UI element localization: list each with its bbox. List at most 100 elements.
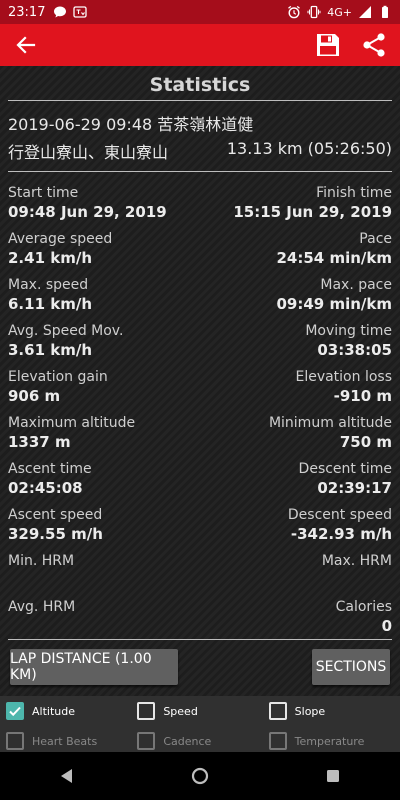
filter-cadence[interactable]: Cadence: [137, 732, 268, 750]
nav-home-circle-icon: [191, 767, 209, 785]
stat-row: Maximum altitude 1337 m Minimum altitude 7…: [8, 414, 392, 460]
track-name-continued: 行登山寮山、東山寮山: [8, 143, 169, 162]
track-distance-duration: 13.13 km (05:26:50): [226, 139, 392, 158]
track-summary: 2019-06-29 09:48 苦茶嶺林道健 行登山寮山、東山寮山 13.13…: [0, 101, 400, 171]
stat-value: 02:39:17: [317, 479, 392, 497]
stat-label: Moving time: [305, 323, 392, 339]
filter-label: Cadence: [163, 734, 212, 748]
divider: [8, 639, 392, 640]
alarm-icon: [288, 5, 301, 19]
filter-label: Slope: [294, 704, 326, 718]
filter-altitude[interactable]: Altitude: [6, 702, 137, 720]
stat-value: 15:15 Jun 29, 2019: [233, 203, 392, 221]
stat-label: Descent speed: [287, 507, 392, 523]
stat-label: Max. pace: [320, 277, 392, 293]
checkbox[interactable]: [268, 702, 287, 720]
stat-label: Descent time: [298, 461, 392, 477]
checkbox[interactable]: [268, 732, 287, 750]
stat-label: Avg. HRM: [8, 599, 76, 615]
stat-label: Ascent time: [8, 461, 92, 477]
floppy-save-icon: [317, 34, 339, 56]
stat-value: 3.61 km/h: [8, 341, 92, 359]
nav-back-triangle-icon: [60, 769, 72, 783]
stat-row: Min. HRM Max. HRM: [8, 552, 392, 598]
filter-heart-beats[interactable]: Heart Beats: [6, 732, 137, 750]
stat-value: 750 m: [339, 433, 392, 451]
battery-icon: [382, 5, 388, 18]
filter-label: Altitude: [32, 704, 75, 718]
stat-value: 09:49 min/km: [276, 295, 392, 313]
network-type: 4G+: [327, 5, 352, 19]
stat-row: Max. speed 6.11 km/h Max. pace 09:49 min/k…: [8, 276, 392, 322]
stat-row: Average speed 2.41 km/h Pace 24:54 min/km: [8, 230, 392, 276]
stat-label: Maximum altitude: [8, 415, 136, 431]
track-datetime-name: 2019-06-29 09:48 苦茶嶺林道健: [8, 115, 254, 134]
nav-recents-square-icon: [327, 770, 340, 782]
button-row: LAP DISTANCE (1.00 KM) SECTIONS: [0, 649, 400, 685]
save-button[interactable]: [314, 31, 342, 59]
stat-value: -342.93 m/h: [290, 525, 392, 543]
stat-label: Start time: [8, 185, 79, 201]
filter-speed[interactable]: Speed: [137, 702, 268, 720]
stat-value: 329.55 m/h: [8, 525, 103, 543]
nav-recents-button[interactable]: [313, 756, 353, 796]
checkbox[interactable]: [137, 732, 156, 750]
stat-value: 0: [381, 617, 392, 635]
nav-back-button[interactable]: [47, 756, 87, 796]
check-icon: [9, 706, 21, 717]
stat-row: Avg. Speed Mov. 3.61 km/h Moving time 03:3…: [8, 322, 392, 368]
stat-row: Ascent speed 329.55 m/h Descent speed -342…: [8, 506, 392, 552]
stat-label: Min. HRM: [8, 553, 75, 569]
stat-label: Pace: [359, 231, 392, 247]
checkbox[interactable]: [137, 702, 156, 720]
checkbox[interactable]: [6, 732, 24, 750]
stat-value: 2.41 km/h: [8, 249, 92, 267]
stat-value: 6.11 km/h: [8, 295, 92, 313]
stat-label: Minimum altitude: [268, 415, 392, 431]
vibrate-icon: [307, 5, 321, 19]
checkbox-checked[interactable]: [6, 702, 24, 720]
filter-slope[interactable]: Slope: [268, 702, 400, 720]
stat-value: 03:38:05: [317, 341, 392, 359]
system-nav-bar: [0, 752, 400, 800]
stat-label: Max. HRM: [321, 553, 392, 569]
filter-label: Speed: [163, 704, 198, 718]
stat-row: Elevation gain 906 m Elevation loss -910 m: [8, 368, 392, 414]
stat-value: 24:54 min/km: [276, 249, 392, 267]
lap-distance-button[interactable]: LAP DISTANCE (1.00 KM): [10, 649, 178, 685]
back-button[interactable]: [12, 31, 40, 59]
stat-row: Ascent time 02:45:08 Descent time 02:39:17: [8, 460, 392, 506]
translate-icon: [73, 6, 88, 18]
filter-label: Heart Beats: [32, 734, 98, 748]
back-arrow-icon: [16, 36, 36, 54]
status-bar: 23:17 4G+: [0, 0, 400, 24]
filter-row: Heart Beats Cadence Temperature: [0, 726, 400, 752]
status-time: 23:17: [8, 4, 46, 20]
stat-label: Calories: [335, 599, 392, 615]
stat-label: Finish time: [316, 185, 392, 201]
stat-value: 906 m: [8, 387, 61, 405]
sections-button[interactable]: SECTIONS: [312, 649, 390, 685]
chat-bubble-icon: [54, 6, 67, 18]
stat-row: Avg. HRM Calories 0: [8, 598, 392, 644]
filter-row: Altitude Speed Slope: [0, 696, 400, 726]
app-bar: [0, 24, 400, 66]
stat-row: Start time 09:48 Jun 29, 2019 Finish time…: [8, 184, 392, 230]
filter-label: Temperature: [294, 734, 365, 748]
share-button[interactable]: [360, 31, 388, 59]
share-icon: [363, 33, 385, 57]
statistics-panel: Statistics 2019-06-29 09:48 苦茶嶺林道健 行登山寮山…: [0, 66, 400, 696]
signal-icon: [359, 6, 371, 18]
stat-value: 09:48 Jun 29, 2019: [8, 203, 167, 221]
stat-label: Max. speed: [8, 277, 89, 293]
stat-value: 02:45:08: [8, 479, 83, 497]
page-title: Statistics: [149, 74, 251, 96]
graph-filters: Altitude Speed Slope Heart Beats Cadence…: [0, 696, 400, 752]
stat-label: Avg. Speed Mov.: [8, 323, 124, 339]
filter-temperature[interactable]: Temperature: [268, 732, 400, 750]
stat-label: Elevation loss: [295, 369, 392, 385]
nav-home-button[interactable]: [180, 756, 220, 796]
stats-grid: Start time 09:48 Jun 29, 2019 Finish time…: [0, 172, 400, 644]
stat-label: Ascent speed: [8, 507, 103, 523]
stat-label: Elevation gain: [8, 369, 108, 385]
